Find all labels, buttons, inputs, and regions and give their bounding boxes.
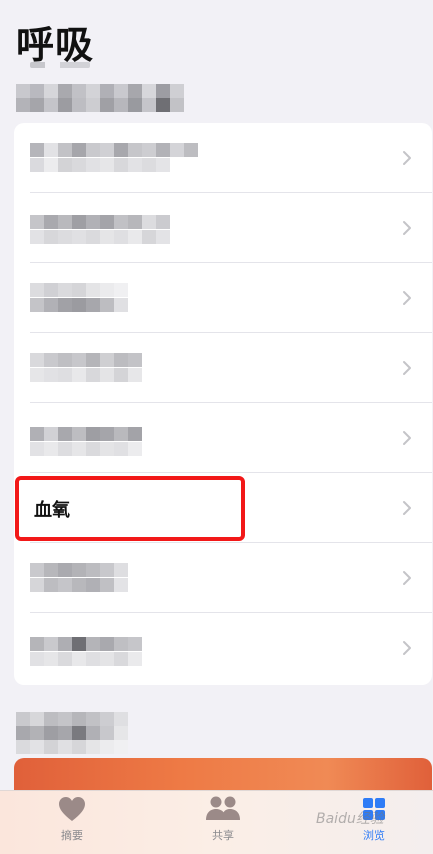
list-item[interactable] xyxy=(14,403,432,473)
list-item[interactable] xyxy=(14,333,432,403)
blurred-row-label xyxy=(30,563,128,593)
blurred-section-header xyxy=(16,84,184,112)
watermark: Baidu经验 xyxy=(316,811,384,827)
blurred-row-label xyxy=(30,427,142,457)
chevron-right-icon xyxy=(403,291,411,305)
blurred-row-label xyxy=(30,637,142,667)
highlight-frame xyxy=(15,476,245,541)
people-icon xyxy=(206,796,240,820)
blurred-row-label xyxy=(30,353,142,383)
chevron-right-icon xyxy=(403,361,411,375)
list-item[interactable] xyxy=(14,613,432,683)
chevron-right-icon xyxy=(403,571,411,585)
list-item[interactable] xyxy=(14,193,432,263)
chevron-right-icon xyxy=(403,641,411,655)
chevron-right-icon xyxy=(403,221,411,235)
blurred-row-label xyxy=(30,215,170,245)
tab-label: 浏览 xyxy=(363,829,385,842)
tab-label: 共享 xyxy=(212,829,234,842)
blurred-subtitle xyxy=(30,62,90,68)
list-item[interactable] xyxy=(14,263,432,333)
breathing-list-card: 血氧 xyxy=(14,123,432,685)
tab-sharing[interactable]: 共享 xyxy=(183,795,263,843)
blurred-row-label xyxy=(30,143,198,173)
tab-label: 摘要 xyxy=(61,829,83,842)
page-title: 呼吸 xyxy=(16,23,95,67)
blurred-row-label xyxy=(30,283,128,313)
chevron-right-icon xyxy=(403,151,411,165)
chevron-right-icon xyxy=(403,431,411,445)
tab-summary[interactable]: 摘要 xyxy=(32,795,112,843)
heart-icon xyxy=(59,797,85,821)
list-item[interactable] xyxy=(14,123,432,193)
chevron-right-icon xyxy=(403,501,411,515)
list-item[interactable] xyxy=(14,543,432,613)
blurred-section-header xyxy=(16,712,128,754)
